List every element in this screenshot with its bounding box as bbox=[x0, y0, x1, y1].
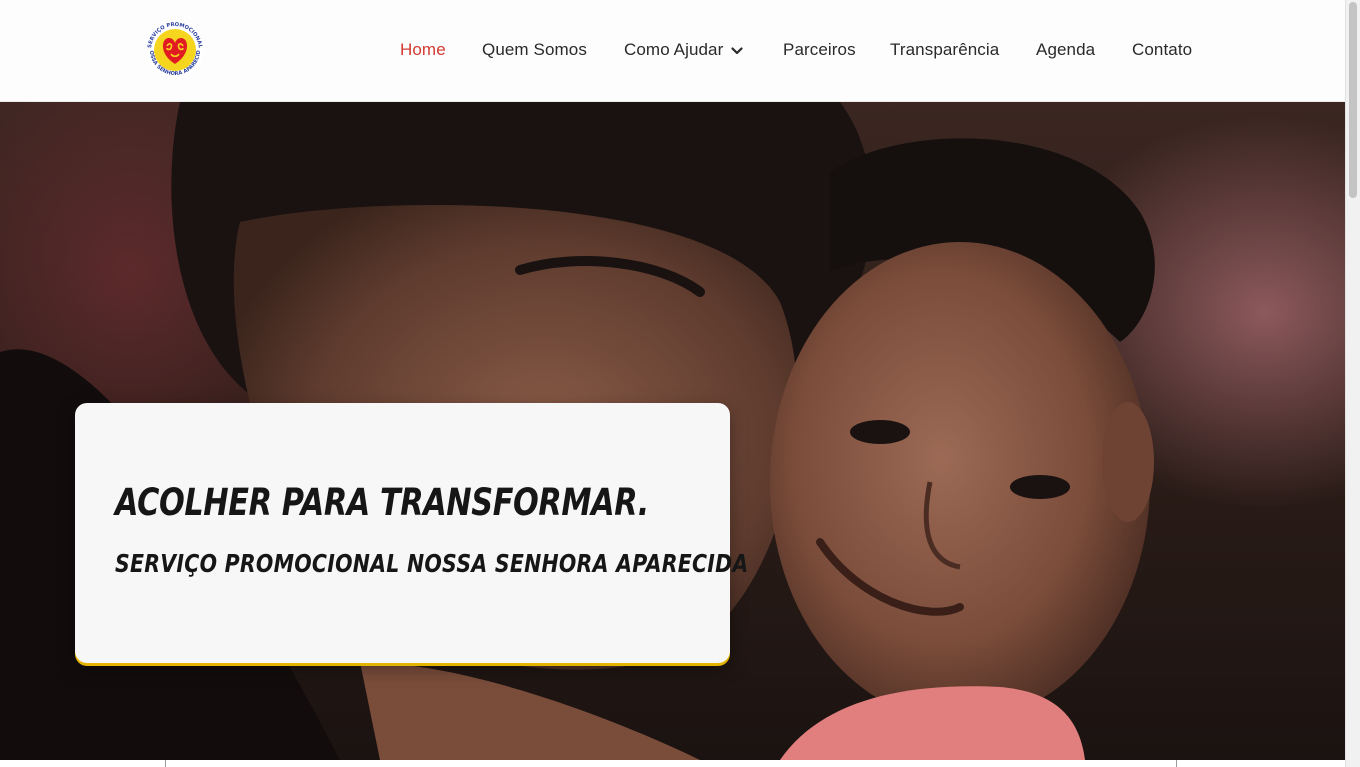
page-scrollbar[interactable] bbox=[1345, 0, 1360, 767]
scrollbar-thumb[interactable] bbox=[1349, 2, 1357, 198]
divider bbox=[165, 760, 166, 767]
divider bbox=[1176, 760, 1177, 767]
nav-contato[interactable]: Contato bbox=[1132, 40, 1192, 60]
main-navigation: Home Quem Somos Como Ajudar Parceiros Tr… bbox=[0, 0, 1346, 101]
hero-card: Acolher para transformar. Serviço Promoc… bbox=[75, 403, 748, 663]
hero-title: Acolher para transformar. bbox=[115, 481, 649, 524]
nav-parceiros[interactable]: Parceiros bbox=[783, 40, 856, 60]
chevron-down-icon bbox=[731, 46, 743, 54]
site-header: SERVIÇO PROMOCIONAL NOSSA SENHORA APAREC… bbox=[0, 0, 1346, 102]
nav-agenda[interactable]: Agenda bbox=[1036, 40, 1095, 60]
nav-como-ajudar-label: Como Ajudar bbox=[624, 40, 724, 59]
nav-home[interactable]: Home bbox=[400, 40, 446, 60]
next-section-edge bbox=[0, 760, 1346, 767]
hero-subtitle: Serviço Promocional Nossa Senhora Aparec… bbox=[115, 549, 749, 578]
hero-banner: Acolher para transformar. Serviço Promoc… bbox=[0, 102, 1346, 760]
nav-transparencia[interactable]: Transparência bbox=[890, 40, 999, 60]
nav-quem-somos[interactable]: Quem Somos bbox=[482, 40, 587, 60]
nav-como-ajudar[interactable]: Como Ajudar bbox=[624, 40, 743, 60]
